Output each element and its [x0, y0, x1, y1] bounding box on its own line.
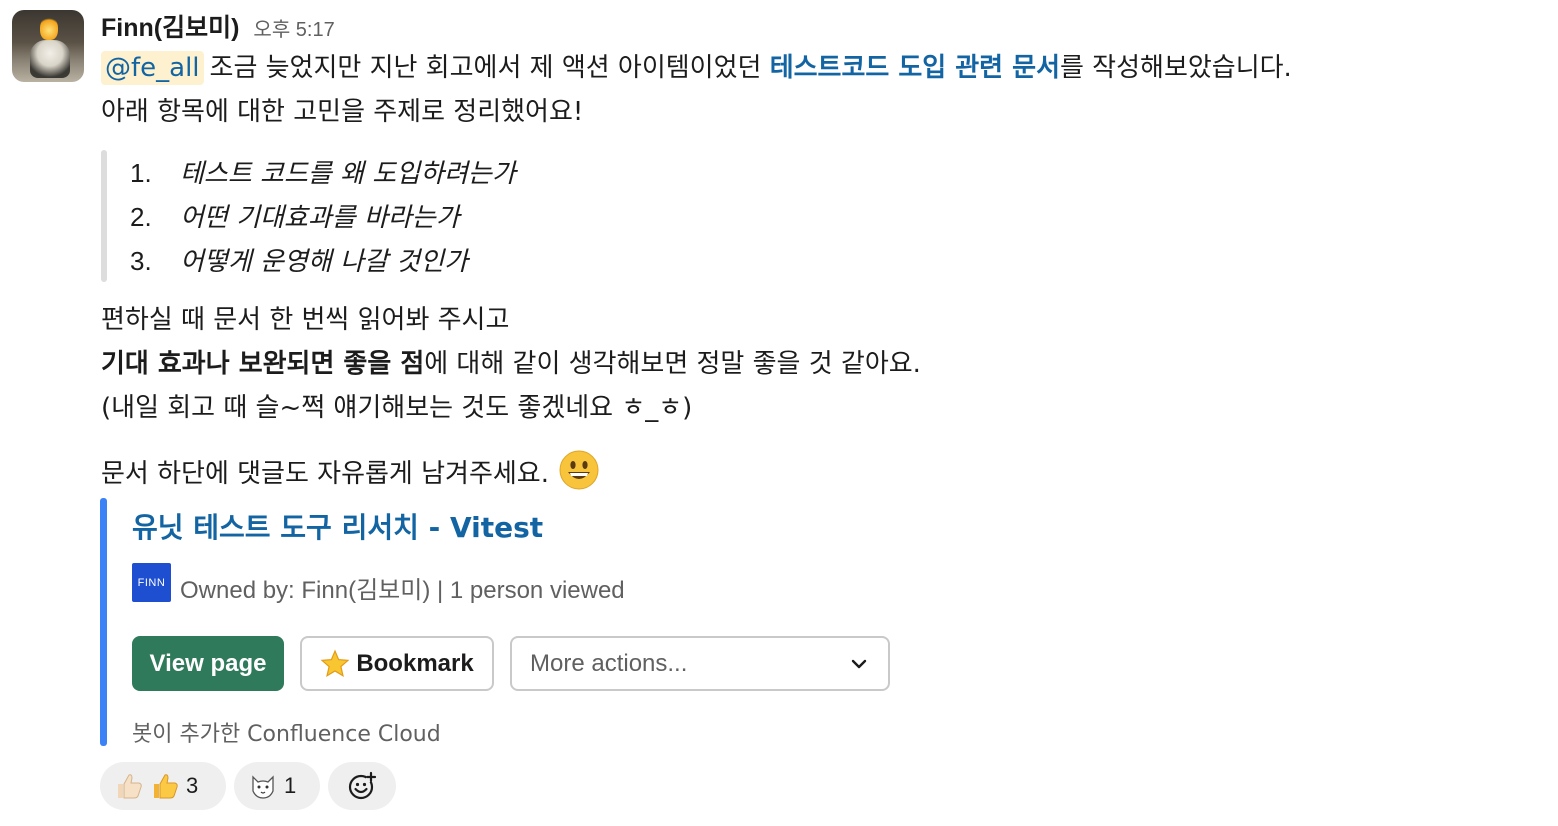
line4-rest: 에 대해 같이 생각해보면 정말 좋을 것 같아요. [424, 349, 921, 379]
more-actions-label: More actions... [530, 649, 688, 677]
list-number: 1. [130, 158, 152, 188]
list-text: 어떤 기대효과를 바라는가 [180, 203, 460, 233]
list-number: 3. [130, 246, 152, 276]
message-time[interactable]: 오후 5:17 [253, 13, 334, 42]
list-number: 2. [130, 202, 152, 232]
list-item: 1. 테스트 코드를 왜 도입하려는가 [130, 151, 516, 195]
reaction-count: 1 [284, 773, 297, 798]
avatar-cat [30, 40, 70, 78]
card-accent-bar [100, 498, 107, 746]
reaction-count: 3 [186, 773, 199, 798]
line1-before: 조금 늦었지만 지난 회고에서 제 액션 아이템이었던 [209, 53, 770, 83]
cat-face-icon [252, 775, 274, 799]
message-line-1: @fe_all 조금 늦었지만 지난 회고에서 제 액션 아이템이었던 테스트코드… [101, 50, 1292, 86]
reaction-thumbs-up[interactable]: 3 [100, 762, 226, 810]
list-text: 테스트 코드를 왜 도입하려는가 [180, 159, 516, 189]
list-item: 3. 어떻게 운영해 나갈 것인가 [130, 239, 516, 283]
quote-bar [101, 150, 107, 282]
line4-bold: 기대 효과나 보완되면 좋을 점 [101, 349, 425, 379]
thumbs-up-light-icon [118, 774, 142, 799]
bookmark-label: Bookmark [356, 649, 474, 677]
message-header: Finn(김보미) 오후 5:17 [101, 8, 335, 44]
avatar-flame [40, 16, 58, 40]
star-icon [320, 648, 350, 677]
list-item: 2. 어떤 기대효과를 바라는가 [130, 195, 516, 239]
message-line-6: 문서 하단에 댓글도 자유롭게 남겨주세요. [101, 450, 599, 492]
ordered-list: 1. 테스트 코드를 왜 도입하려는가 2. 어떤 기대효과를 바라는가 3. 어떻게… [130, 151, 516, 283]
bookmark-button[interactable]: Bookmark [300, 636, 494, 691]
add-reaction-button[interactable] [328, 762, 396, 810]
avatar[interactable] [12, 10, 84, 82]
mention-tag[interactable]: @fe_all [101, 51, 204, 85]
reaction-cat[interactable]: 1 [234, 762, 320, 810]
finn-badge-icon: FINN [132, 563, 171, 602]
more-actions-select[interactable]: More actions... [510, 636, 890, 691]
add-reaction-icon [348, 771, 377, 800]
line6-text: 문서 하단에 댓글도 자유롭게 남겨주세요. [101, 459, 549, 489]
grinning-face-icon [559, 450, 599, 490]
message-line-5: (내일 회고 때 슬~쩍 얘기해보는 것도 좋겠네요 ㅎ_ㅎ) [101, 393, 693, 423]
card-title-link[interactable]: 유닛 테스트 도구 리서치 - Vitest [132, 506, 543, 546]
doc-link[interactable]: 테스트코드 도입 관련 문서 [770, 53, 1060, 83]
list-text: 어떻게 운영해 나갈 것인가 [180, 247, 468, 277]
card-meta: Owned by: Finn(김보미) | 1 person viewed [180, 577, 625, 604]
chevron-down-icon [851, 659, 867, 668]
thumbs-up-icon [154, 774, 178, 799]
card-footer: 봇이 추가한 Confluence Cloud [132, 722, 441, 747]
message-line-3: 편하실 때 문서 한 번씩 읽어봐 주시고 [101, 305, 510, 335]
author-name[interactable]: Finn(김보미) [101, 8, 239, 44]
line1-after: 를 작성해보았습니다. [1060, 53, 1292, 83]
view-page-button[interactable]: View page [132, 636, 284, 691]
message-line-2: 아래 항목에 대한 고민을 주제로 정리했어요! [101, 97, 584, 127]
message-line-4: 기대 효과나 보완되면 좋을 점에 대해 같이 생각해보면 정말 좋을 것 같아… [101, 346, 921, 382]
